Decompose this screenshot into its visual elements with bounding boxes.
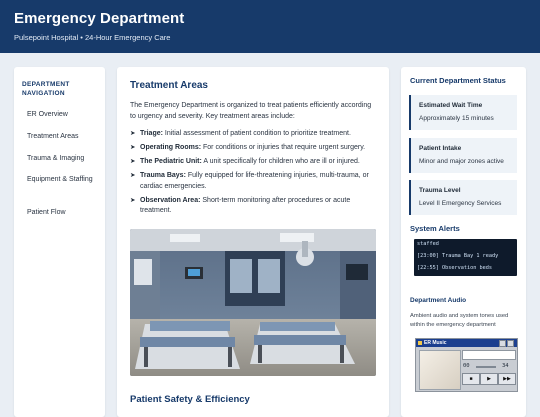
list-item: ➤ Trauma Bays: Fully equipped for life-th… <box>130 172 369 190</box>
arrow-icon: ➤ <box>130 172 136 179</box>
alert-line: [23:00] Trauma Bay 1 ready <box>417 253 499 259</box>
arrow-icon: ➤ <box>130 158 136 165</box>
main-content: Treatment Areas The Emergency Department… <box>117 67 389 417</box>
status-card-wait-time: Estimated Wait Time Approximately 15 min… <box>409 95 517 130</box>
arrow-icon: ➤ <box>130 130 136 137</box>
time-total: 34 <box>502 363 509 369</box>
player-titlebar: ER Music <box>416 339 517 347</box>
section-heading-safety: Patient Safety & Efficiency <box>130 394 250 405</box>
department-navigation: DEPARTMENT NAVIGATION ER Overview Treatm… <box>14 67 105 417</box>
track-field[interactable] <box>462 350 516 360</box>
nav-item-equipment-staffing[interactable]: Equipment & Staffing <box>27 175 101 185</box>
status-card-trauma-level: Trauma Level Level II Emergency Services <box>409 180 517 215</box>
next-button[interactable]: ▶▶ <box>498 373 516 385</box>
status-value: Approximately 15 minutes <box>419 115 494 122</box>
audio-description: Ambient audio and system tones used with… <box>410 313 509 328</box>
status-sidebar: Current Department Status Estimated Wait… <box>401 67 526 417</box>
status-label: Patient Intake <box>419 145 462 152</box>
play-button[interactable]: ▶ <box>480 373 498 385</box>
album-art <box>419 350 461 390</box>
arrow-icon: ➤ <box>130 196 136 204</box>
status-card-patient-intake: Patient Intake Minor and major zones act… <box>409 138 517 173</box>
arrow-icon: ➤ <box>130 144 136 151</box>
status-value: Minor and major zones active <box>419 158 504 165</box>
nav-title: DEPARTMENT NAVIGATION <box>22 81 70 97</box>
stop-button[interactable]: ■ <box>462 373 480 385</box>
treatment-room-photo <box>130 229 376 376</box>
close-icon[interactable] <box>507 340 514 347</box>
nav-item-er-overview[interactable]: ER Overview <box>27 110 101 120</box>
list-item: ➤ The Pediatric Unit: A unit specifically… <box>130 157 380 168</box>
section-heading: Treatment Areas <box>130 80 208 91</box>
page-title: Emergency Department <box>14 10 185 27</box>
audio-title: Department Audio <box>410 297 467 304</box>
music-icon <box>418 341 422 345</box>
page-header: Emergency Department Pulsepoint Hospital… <box>0 0 540 53</box>
status-label: Trauma Level <box>419 187 461 194</box>
time-elapsed: 00 <box>463 363 470 369</box>
alert-line: [22:55] Observation beds <box>417 265 492 271</box>
section-intro: The Emergency Department is organized to… <box>130 102 372 120</box>
system-alerts-log[interactable]: staffed [23:00] Trauma Bay 1 ready [22:5… <box>414 239 517 276</box>
status-label: Estimated Wait Time <box>419 102 483 109</box>
audio-player-window: ER Music 00 34 ■ ▶ ▶▶ <box>415 338 518 392</box>
alerts-title: System Alerts <box>410 224 460 233</box>
status-title: Current Department Status <box>410 76 506 85</box>
nav-item-trauma-imaging[interactable]: Trauma & Imaging <box>27 154 101 164</box>
nav-item-patient-flow[interactable]: Patient Flow <box>27 208 101 218</box>
player-title: ER Music <box>424 340 447 346</box>
minimize-icon[interactable] <box>499 340 506 347</box>
list-item: ➤ Triage: Initial assessment of patient c… <box>130 129 380 140</box>
list-item: ➤ Observation Area: Short-term monitoring… <box>130 196 351 215</box>
alert-line: staffed <box>417 241 439 247</box>
seek-bar[interactable] <box>476 366 496 368</box>
status-value: Level II Emergency Services <box>419 200 502 207</box>
treatment-area-list: ➤ Triage: Initial assessment of patient c… <box>130 129 380 220</box>
page-subtitle: Pulsepoint Hospital • 24-Hour Emergency … <box>14 33 171 42</box>
list-item: ➤ Operating Rooms: For conditions or inju… <box>130 143 380 154</box>
nav-item-treatment-areas[interactable]: Treatment Areas <box>27 132 101 142</box>
